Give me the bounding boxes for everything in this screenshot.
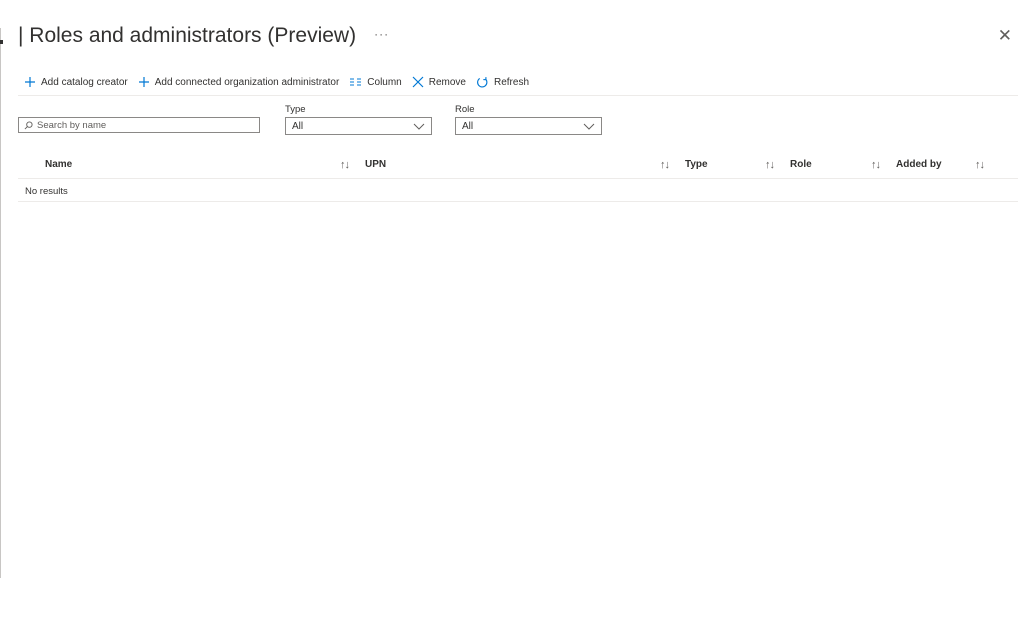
column-header-type[interactable]: Type [685, 159, 708, 170]
plus-icon [25, 77, 35, 87]
add-connected-organization-administrator-label: Add connected organization administrator [154, 76, 340, 88]
page-title: | Roles and administrators (Preview) [18, 24, 357, 47]
plus-icon [138, 77, 149, 87]
role-filter-value: All [462, 120, 474, 132]
column-header-role[interactable]: Role [790, 159, 812, 170]
blade-header: | Roles and administrators (Preview) ··· [18, 24, 389, 48]
add-catalog-creator-button[interactable]: Add catalog creator [24, 76, 128, 88]
type-filter-dropdown[interactable]: All [285, 117, 432, 135]
columns-icon [350, 78, 362, 86]
search-input[interactable] [33, 119, 237, 131]
sort-icon[interactable]: ↑↓ [765, 159, 775, 171]
role-filter-label: Role [455, 104, 475, 115]
add-connected-organization-administrator-button[interactable]: Add connected organization administrator [138, 76, 340, 88]
table-header: Name ↑↓ UPN ↑↓ Type ↑↓ Role ↑↓ Added by … [18, 157, 1018, 177]
more-icon[interactable]: ··· [374, 27, 389, 41]
search-icon [24, 120, 33, 129]
toolbar-divider [18, 95, 1018, 96]
row-divider [18, 201, 1018, 202]
column-label: Column [367, 76, 402, 88]
type-filter-label: Type [285, 104, 306, 115]
type-filter-value: All [292, 120, 304, 132]
sort-icon[interactable]: ↑↓ [660, 159, 670, 171]
sort-icon[interactable]: ↑↓ [340, 159, 350, 171]
add-catalog-creator-label: Add catalog creator [41, 76, 128, 88]
empty-state-text: No results [25, 186, 68, 197]
chevron-down-icon [583, 123, 595, 130]
command-bar: Add catalog creator Add connected organi… [24, 72, 539, 92]
remove-button[interactable]: Remove [412, 76, 466, 88]
sort-icon[interactable]: ↑↓ [871, 159, 881, 171]
column-header-upn[interactable]: UPN [365, 159, 386, 170]
header-divider [18, 178, 1018, 179]
refresh-button[interactable]: Refresh [476, 76, 529, 89]
chevron-down-icon [413, 123, 425, 130]
left-edge-marker [0, 40, 3, 44]
remove-x-icon [412, 76, 424, 88]
refresh-label: Refresh [494, 76, 530, 88]
role-filter-dropdown[interactable]: All [455, 117, 602, 135]
close-icon[interactable]: ✕ [998, 26, 1012, 46]
column-header-added-by[interactable]: Added by [896, 159, 942, 170]
sort-icon[interactable]: ↑↓ [975, 159, 985, 171]
remove-label: Remove [428, 76, 466, 88]
column-header-name[interactable]: Name [45, 159, 72, 170]
refresh-icon [477, 76, 488, 87]
search-box[interactable] [18, 117, 260, 133]
left-edge-divider [0, 28, 1, 578]
column-button[interactable]: Column [349, 76, 402, 88]
